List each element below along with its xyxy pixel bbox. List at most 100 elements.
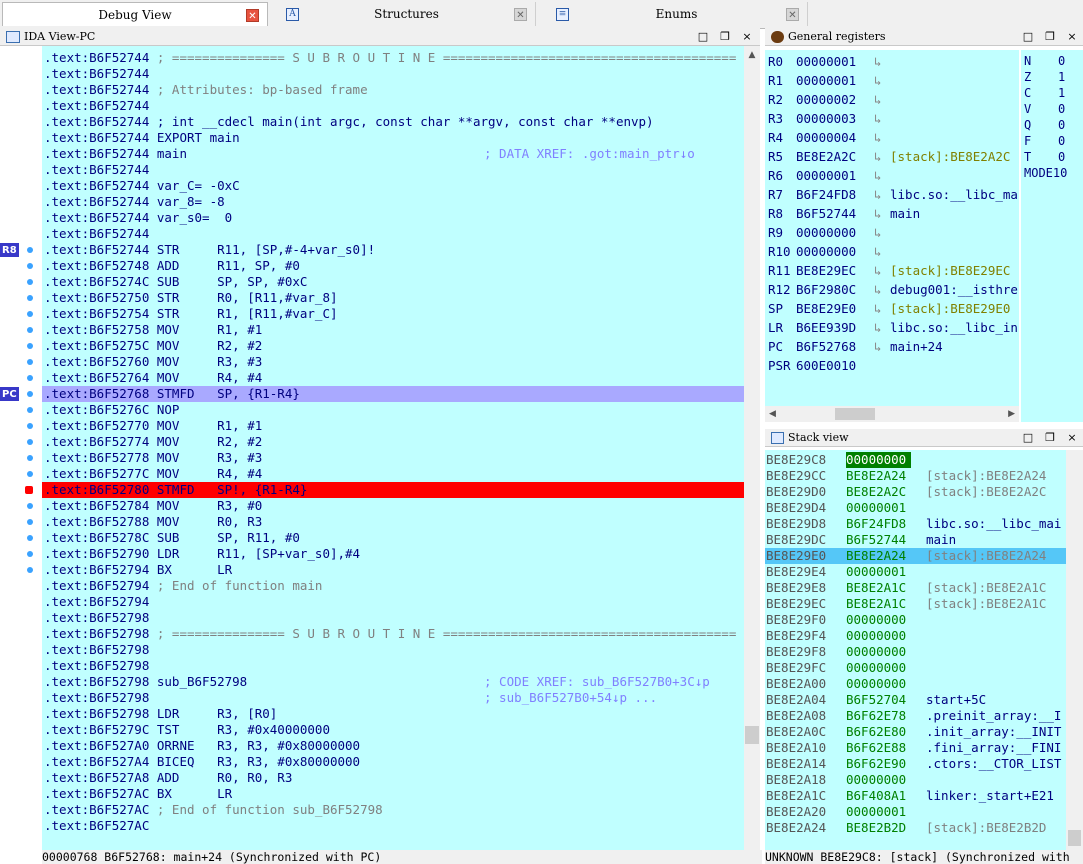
code-line[interactable]: .text:B6F527AC ; End of function sub_B6F… (44, 802, 383, 818)
register-value[interactable]: 00000001 (796, 52, 874, 71)
code-line[interactable]: .text:B6F52770 MOV R1, #1 (44, 418, 262, 434)
register-row[interactable]: R2 00000002 ↳ (768, 90, 890, 109)
jump-arrow-icon[interactable]: ↳ (874, 71, 890, 90)
stack-row[interactable]: BE8E29D4 00000001 (766, 500, 926, 516)
code-line[interactable]: .text:B6F52744 var_8= -8 (44, 194, 225, 210)
register-row[interactable]: R4 00000004 ↳ (768, 128, 890, 147)
stack-row[interactable]: BE8E29CC BE8E2A24 [stack]:BE8E2A24 (766, 468, 1046, 484)
code-line[interactable]: .text:B6F52768 STMFD SP, {R1-R4} (44, 386, 300, 402)
breakpoint-slot-dot[interactable] (27, 439, 33, 445)
stack-description[interactable]: .preinit_array:__I (926, 708, 1061, 723)
stack-row[interactable]: BE8E29F4 00000000 (766, 628, 926, 644)
breakpoint-slot-dot[interactable] (27, 263, 33, 269)
stack-row[interactable]: BE8E2A0C B6F62E80 .init_array:__INIT (766, 724, 1061, 740)
register-value[interactable]: 00000001 (796, 166, 874, 185)
vertical-scrollbar[interactable]: ▲ (744, 46, 760, 850)
breakpoint-slot-dot[interactable] (27, 247, 33, 253)
stack-description[interactable]: [stack]:BE8E2A24 (926, 468, 1046, 483)
jump-arrow-icon[interactable]: ↳ (874, 204, 890, 223)
scroll-thumb[interactable] (835, 408, 875, 420)
code-line[interactable]: .text:B6F5274C SUB SP, SP, #0xC (44, 274, 307, 290)
jump-arrow-icon[interactable]: ↳ (874, 299, 890, 318)
stack-value[interactable]: 00000000 (846, 644, 911, 660)
stack-description[interactable]: start+5C (926, 692, 986, 707)
jump-arrow-icon[interactable]: ↳ (874, 52, 890, 71)
flag-row[interactable]: F0 (1024, 133, 1065, 149)
register-value[interactable]: 00000001 (796, 71, 874, 90)
stack-row[interactable]: BE8E2A14 B6F62E90 .ctors:__CTOR_LIST (766, 756, 1061, 772)
stack-value[interactable]: 00000001 (846, 500, 911, 516)
flag-value[interactable]: 1 (1058, 86, 1065, 100)
jump-arrow-icon[interactable]: ↳ (874, 109, 890, 128)
breakpoint-slot-dot[interactable] (27, 391, 33, 397)
stack-value[interactable]: BE8E2A1C (846, 596, 911, 612)
register-list[interactable]: R0 00000001 ↳ R1 00000001 ↳ R2 00000002 ↳ R3 00000… (765, 50, 1019, 406)
code-line[interactable]: .text:B6F527AC BX LR (44, 786, 232, 802)
code-line[interactable]: .text:B6F52798 (44, 642, 149, 658)
code-line[interactable]: .text:B6F52794 ; End of function main (44, 578, 322, 594)
code-line[interactable]: .text:B6F527A8 ADD R0, R0, R3 (44, 770, 292, 786)
register-description[interactable]: main+24 (890, 339, 943, 354)
flag-row[interactable]: MODE10 (1024, 165, 1067, 181)
stack-row[interactable]: BE8E2A18 00000000 (766, 772, 926, 788)
register-value[interactable]: BE8E2A2C (796, 147, 874, 166)
register-row[interactable]: PC B6F52768 ↳ main+24 (768, 337, 943, 356)
stack-value[interactable]: BE8E2B2D (846, 820, 911, 836)
breakpoint-slot-dot[interactable] (27, 295, 33, 301)
close-icon[interactable]: ✕ (514, 8, 527, 21)
code-line[interactable]: .text:B6F5278C SUB SP, R11, #0 (44, 530, 300, 546)
code-line[interactable]: .text:B6F52798 sub_B6F52798 (44, 674, 247, 690)
stack-description[interactable]: [stack]:BE8E2A2C (926, 484, 1046, 499)
code-line[interactable]: .text:B6F52744 var_C= -0xC (44, 178, 240, 194)
breakpoint-slot-dot[interactable] (27, 407, 33, 413)
code-line[interactable]: .text:B6F52744 ; =============== S U B R… (44, 50, 736, 66)
breakpoint-slot-dot[interactable] (27, 535, 33, 541)
stack-value[interactable]: B6F62E88 (846, 740, 911, 756)
register-description[interactable]: libc.so:__libc_in (890, 320, 1018, 335)
stack-description[interactable]: [stack]:BE8E2A1C (926, 596, 1046, 611)
stack-value[interactable]: 00000000 (846, 612, 911, 628)
jump-arrow-icon[interactable]: ↳ (874, 318, 890, 337)
stack-value[interactable]: 00000001 (846, 564, 911, 580)
xref-comment[interactable]: ; DATA XREF: .got:main_ptr↓o (484, 146, 695, 162)
flags-list[interactable]: N 0 Z 1 C 1 V 0 Q 0 F 0 T 0 MODE10 (1021, 50, 1083, 422)
register-row[interactable]: R5 BE8E2A2C ↳ [stack]:BE8E2A2C (768, 147, 1010, 166)
close-icon[interactable]: × (740, 30, 754, 44)
jump-arrow-icon[interactable]: ↳ (874, 147, 890, 166)
jump-arrow-icon[interactable]: ↳ (874, 280, 890, 299)
code-line[interactable]: .text:B6F52794 BX LR (44, 562, 232, 578)
register-row[interactable]: R9 00000000 ↳ (768, 223, 890, 242)
code-line[interactable]: .text:B6F52764 MOV R4, #4 (44, 370, 262, 386)
stack-value[interactable]: BE8E2A24 (846, 548, 911, 564)
jump-arrow-icon[interactable]: ↳ (874, 242, 890, 261)
flag-value[interactable]: 10 (1053, 166, 1067, 180)
stack-value[interactable]: 00000001 (846, 804, 911, 820)
code-line[interactable]: .text:B6F527A4 BICEQ R3, R3, #0x80000000 (44, 754, 360, 770)
stack-value[interactable]: 00000000 (846, 628, 911, 644)
flag-row[interactable]: Q0 (1024, 117, 1065, 133)
flag-row[interactable]: C1 (1024, 85, 1065, 101)
tab-debug-view[interactable]: Debug View ✕ (2, 2, 268, 26)
register-description[interactable]: [stack]:BE8E2A2C (890, 149, 1010, 164)
minimize-icon[interactable]: □ (1021, 431, 1035, 445)
register-row[interactable]: R3 00000003 ↳ (768, 109, 890, 128)
code-line[interactable]: .text:B6F52744 (44, 162, 149, 178)
breakpoint-slot-dot[interactable] (27, 327, 33, 333)
register-description[interactable]: debug001:__isthre (890, 282, 1018, 297)
register-value[interactable]: B6F24FD8 (796, 185, 874, 204)
code-line[interactable]: .text:B6F52784 MOV R3, #0 (44, 498, 262, 514)
restore-icon[interactable]: ❐ (1043, 431, 1057, 445)
register-value[interactable]: B6F2980C (796, 280, 874, 299)
register-value[interactable]: 00000000 (796, 223, 874, 242)
breakpoint-slot-dot[interactable] (27, 375, 33, 381)
code-line[interactable]: .text:B6F52744 (44, 98, 149, 114)
code-line[interactable]: .text:B6F52788 MOV R0, R3 (44, 514, 262, 530)
stack-row[interactable]: BE8E29D0 BE8E2A2C [stack]:BE8E2A2C (766, 484, 1046, 500)
horizontal-scrollbar[interactable]: ◀ ▶ (765, 406, 1019, 422)
flag-value[interactable]: 0 (1058, 54, 1065, 68)
scroll-right-icon[interactable]: ▶ (1008, 409, 1015, 419)
stack-row[interactable]: BE8E2A10 B6F62E88 .fini_array:__FINI (766, 740, 1061, 756)
stack-scrollbar[interactable] (1066, 450, 1083, 850)
stack-row[interactable]: BE8E2A00 00000000 (766, 676, 926, 692)
code-line[interactable]: .text:B6F52790 LDR R11, [SP+var_s0],#4 (44, 546, 360, 562)
